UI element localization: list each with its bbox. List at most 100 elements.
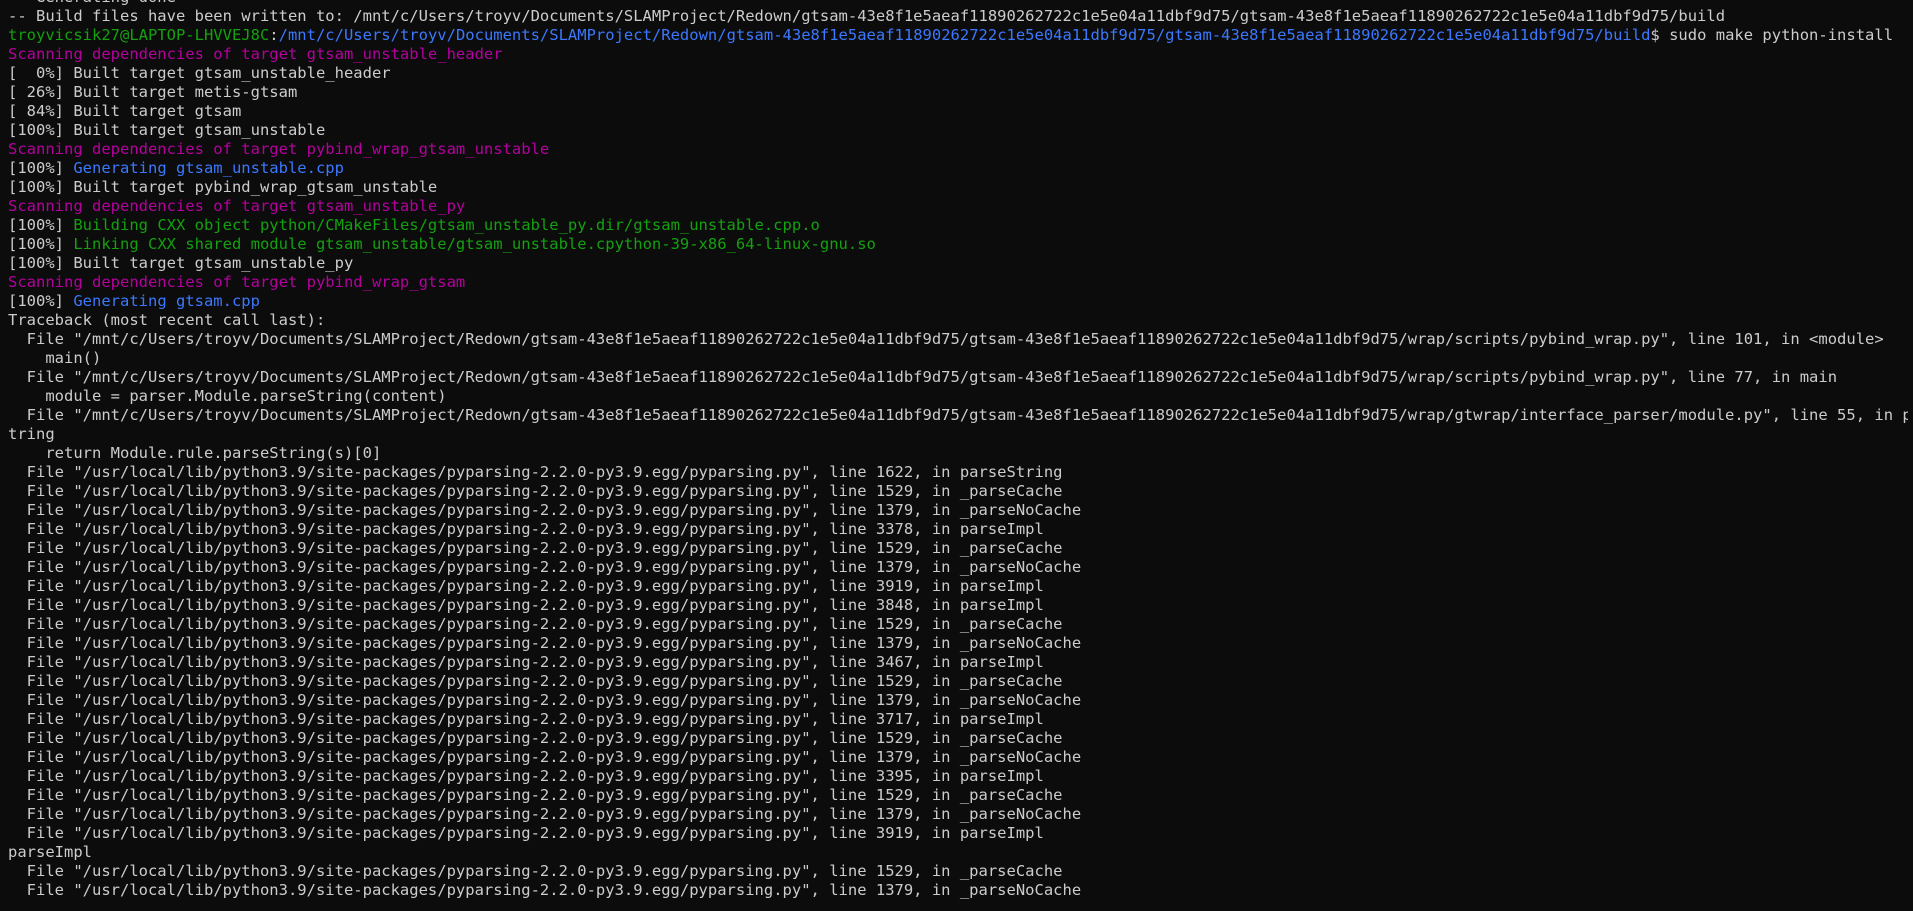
terminal-line: File "/usr/local/lib/python3.9/site-pack… xyxy=(8,520,1908,539)
terminal-text-segment: File "/usr/local/lib/python3.9/site-pack… xyxy=(8,862,1063,880)
terminal-text-segment: File "/usr/local/lib/python3.9/site-pack… xyxy=(8,824,1044,842)
terminal-line: File "/usr/local/lib/python3.9/site-pack… xyxy=(8,634,1908,653)
terminal-line: File "/usr/local/lib/python3.9/site-pack… xyxy=(8,824,1908,843)
terminal-text-segment: File "/usr/local/lib/python3.9/site-pack… xyxy=(8,672,1063,690)
terminal-text-segment: [ 26%] Built target metis-gtsam xyxy=(8,83,298,101)
terminal-text-segment: Generating gtsam_unstable.cpp xyxy=(73,159,344,177)
terminal-line: File "/usr/local/lib/python3.9/site-pack… xyxy=(8,881,1908,900)
terminal-text-segment: : xyxy=(269,26,279,44)
terminal-line: tring xyxy=(8,425,1908,444)
terminal-line: module = parser.Module.parseString(conte… xyxy=(8,387,1908,406)
terminal-line: File "/usr/local/lib/python3.9/site-pack… xyxy=(8,767,1908,786)
terminal-line: [100%] Built target pybind_wrap_gtsam_un… xyxy=(8,178,1908,197)
terminal-text-segment: -- Build files have been written to: /mn… xyxy=(8,7,1726,25)
terminal-line: File "/usr/local/lib/python3.9/site-pack… xyxy=(8,786,1908,805)
terminal-text-segment: File "/usr/local/lib/python3.9/site-pack… xyxy=(8,539,1063,557)
terminal-line: [100%] Generating gtsam_unstable.cpp xyxy=(8,159,1908,178)
terminal-line: Scanning dependencies of target pybind_w… xyxy=(8,273,1908,292)
terminal-text-segment: File "/usr/local/lib/python3.9/site-pack… xyxy=(8,653,1044,671)
terminal-text-segment: [ 84%] Built target gtsam xyxy=(8,102,242,120)
terminal-text-segment: module = parser.Module.parseString(conte… xyxy=(8,387,447,405)
terminal-text-segment: File "/usr/local/lib/python3.9/site-pack… xyxy=(8,748,1082,766)
terminal-line: main() xyxy=(8,349,1908,368)
terminal-text-segment: File "/usr/local/lib/python3.9/site-pack… xyxy=(8,463,1063,481)
terminal-text-segment: [100%] xyxy=(8,159,74,177)
terminal-line: Traceback (most recent call last): xyxy=(8,311,1908,330)
terminal-text-segment: Scanning dependencies of target gtsam_un… xyxy=(8,45,503,63)
terminal-line: troyvicsik27@LAPTOP-LHVVEJ8C:/mnt/c/User… xyxy=(8,26,1908,45)
terminal-line: File "/usr/local/lib/python3.9/site-pack… xyxy=(8,653,1908,672)
terminal-line: File "/usr/local/lib/python3.9/site-pack… xyxy=(8,539,1908,558)
terminal-line: [100%] Built target gtsam_unstable_py xyxy=(8,254,1908,273)
terminal-text-segment: File "/usr/local/lib/python3.9/site-pack… xyxy=(8,520,1044,538)
terminal-line: File "/usr/local/lib/python3.9/site-pack… xyxy=(8,501,1908,520)
terminal-text-segment: File "/usr/local/lib/python3.9/site-pack… xyxy=(8,767,1044,785)
terminal-line: File "/usr/local/lib/python3.9/site-pack… xyxy=(8,748,1908,767)
terminal-line: [100%] Built target gtsam_unstable xyxy=(8,121,1908,140)
terminal-text-segment: Scanning dependencies of target pybind_w… xyxy=(8,140,550,158)
terminal-text-segment: File "/usr/local/lib/python3.9/site-pack… xyxy=(8,577,1044,595)
terminal-line: File "/usr/local/lib/python3.9/site-pack… xyxy=(8,482,1908,501)
terminal-line: [100%] Building CXX object python/CMakeF… xyxy=(8,216,1908,235)
terminal-line: Scanning dependencies of target pybind_w… xyxy=(8,140,1908,159)
terminal-text-segment: [100%] Built target gtsam_unstable_py xyxy=(8,254,354,272)
terminal-line: File "/usr/local/lib/python3.9/site-pack… xyxy=(8,577,1908,596)
terminal-text-segment: Scanning dependencies of target pybind_w… xyxy=(8,273,466,291)
terminal-text-segment: File "/usr/local/lib/python3.9/site-pack… xyxy=(8,691,1082,709)
terminal-line: File "/usr/local/lib/python3.9/site-pack… xyxy=(8,862,1908,881)
terminal-line: File "/usr/local/lib/python3.9/site-pack… xyxy=(8,558,1908,577)
terminal-line: File "/mnt/c/Users/troyv/Documents/SLAMP… xyxy=(8,368,1908,387)
terminal-text-segment: File "/usr/local/lib/python3.9/site-pack… xyxy=(8,482,1063,500)
terminal-text-segment: File "/usr/local/lib/python3.9/site-pack… xyxy=(8,881,1082,899)
terminal-line: [100%] Generating gtsam.cpp xyxy=(8,292,1908,311)
terminal-text-segment: File "/usr/local/lib/python3.9/site-pack… xyxy=(8,615,1063,633)
terminal-line: [ 84%] Built target gtsam xyxy=(8,102,1908,121)
terminal-text-segment: [100%] xyxy=(8,235,74,253)
terminal-line: -- Build files have been written to: /mn… xyxy=(8,7,1908,26)
terminal-text-segment: Linking CXX shared module gtsam_unstable… xyxy=(73,235,876,253)
terminal-text-segment: [100%] Built target pybind_wrap_gtsam_un… xyxy=(8,178,438,196)
terminal-line: File "/mnt/c/Users/troyv/Documents/SLAMP… xyxy=(8,406,1908,425)
terminal-line: File "/usr/local/lib/python3.9/site-pack… xyxy=(8,615,1908,634)
terminal-line: [ 26%] Built target metis-gtsam xyxy=(8,83,1908,102)
terminal-line: File "/usr/local/lib/python3.9/site-pack… xyxy=(8,463,1908,482)
terminal-text-segment: Traceback (most recent call last): xyxy=(8,311,326,329)
terminal-line: [100%] Linking CXX shared module gtsam_u… xyxy=(8,235,1908,254)
terminal-text-segment: File "/usr/local/lib/python3.9/site-pack… xyxy=(8,501,1082,519)
terminal-line: return Module.rule.parseString(s)[0] xyxy=(8,444,1908,463)
terminal-text-segment: [100%] Built target gtsam_unstable xyxy=(8,121,326,139)
terminal-line: File "/usr/local/lib/python3.9/site-pack… xyxy=(8,691,1908,710)
terminal-text-segment: File "/usr/local/lib/python3.9/site-pack… xyxy=(8,805,1082,823)
terminal-text-segment: /mnt/c/Users/troyv/Documents/SLAMProject… xyxy=(278,26,1651,44)
terminal-text-segment: File "/usr/local/lib/python3.9/site-pack… xyxy=(8,729,1063,747)
terminal-text-segment: return Module.rule.parseString(s)[0] xyxy=(8,444,382,462)
terminal-line: File "/usr/local/lib/python3.9/site-pack… xyxy=(8,710,1908,729)
terminal-output[interactable]: -- Generating done-- Build files have be… xyxy=(8,0,1908,911)
terminal-text-segment: File "/usr/local/lib/python3.9/site-pack… xyxy=(8,786,1063,804)
terminal-text-segment: [100%] xyxy=(8,216,74,234)
terminal-line: parseImpl xyxy=(8,843,1908,862)
terminal-text-segment: Building CXX object python/CMakeFiles/gt… xyxy=(73,216,820,234)
terminal-text-segment: File "/usr/local/lib/python3.9/site-pack… xyxy=(8,634,1082,652)
terminal-line: Scanning dependencies of target gtsam_un… xyxy=(8,45,1908,64)
terminal-text-segment: File "/mnt/c/Users/troyv/Documents/SLAMP… xyxy=(8,330,1884,348)
terminal-line: -- Generating done xyxy=(8,0,1908,7)
terminal-text-segment: [100%] xyxy=(8,292,74,310)
terminal-text-segment: main() xyxy=(8,349,102,367)
terminal-text-segment: $ sudo make python-install xyxy=(1650,26,1894,44)
terminal-line: File "/mnt/c/Users/troyv/Documents/SLAMP… xyxy=(8,330,1908,349)
terminal-line: File "/usr/local/lib/python3.9/site-pack… xyxy=(8,596,1908,615)
terminal-text-segment: File "/mnt/c/Users/troyv/Documents/SLAMP… xyxy=(8,368,1838,386)
terminal-line: Scanning dependencies of target gtsam_un… xyxy=(8,197,1908,216)
terminal-text-segment: File "/usr/local/lib/python3.9/site-pack… xyxy=(8,596,1044,614)
terminal-text-segment: tring xyxy=(8,425,55,443)
terminal-text-segment: File "/usr/local/lib/python3.9/site-pack… xyxy=(8,558,1082,576)
terminal-line: File "/usr/local/lib/python3.9/site-pack… xyxy=(8,729,1908,748)
terminal-line: [ 0%] Built target gtsam_unstable_header xyxy=(8,64,1908,83)
terminal-text-segment: Scanning dependencies of target gtsam_un… xyxy=(8,197,466,215)
terminal-text-segment: [ 0%] Built target gtsam_unstable_header xyxy=(8,64,391,82)
terminal-text-segment: -- Generating done xyxy=(8,0,176,6)
terminal-line: File "/usr/local/lib/python3.9/site-pack… xyxy=(8,805,1908,824)
terminal-text-segment: Generating gtsam.cpp xyxy=(73,292,260,310)
terminal-line: File "/usr/local/lib/python3.9/site-pack… xyxy=(8,672,1908,691)
